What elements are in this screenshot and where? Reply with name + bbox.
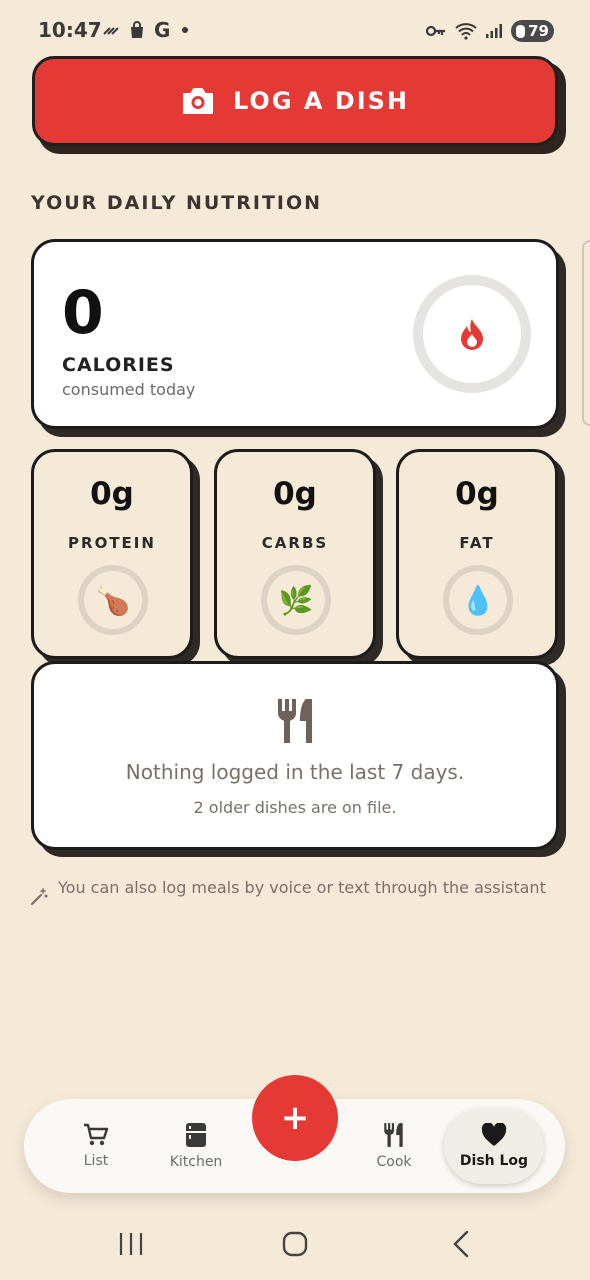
protein-card: 0g PROTEIN 🍗 [31,449,193,659]
fat-card: 0g FAT 💧 [396,449,558,659]
vpn-key-icon [426,25,446,37]
nav-label-kitchen: Kitchen [169,1154,223,1170]
carbs-value: 0g [273,476,317,512]
nav-label-list: List [83,1153,109,1169]
calories-label: CALORIES [62,354,175,376]
fat-label: FAT [459,534,495,552]
empty-state-title: Nothing logged in the last 7 days. [125,760,465,784]
empty-state-card: Nothing logged in the last 7 days. 2 old… [31,661,559,850]
herb-icon: 🌿 [278,583,314,617]
carbs-card: 0g CARBS 🌿 [214,449,376,659]
log-dish-label: LOG A DISH [232,87,410,115]
nav-label-cook: Cook [376,1154,412,1170]
carbs-progress-ring: 🌿 [261,565,331,635]
magic-wand-icon [30,888,48,906]
data-saver-icon [103,27,119,35]
protein-value: 0g [90,476,134,512]
nav-item-kitchen[interactable]: Kitchen [148,1099,244,1193]
assistant-hint-text: You can also log meals by voice or text … [58,878,546,897]
flame-icon [461,319,483,350]
home-icon[interactable] [282,1231,308,1257]
status-time: 10:47 [38,18,102,42]
calories-subtitle: consumed today [62,380,196,399]
battery-level: 79 [528,22,549,40]
fridge-icon [186,1123,206,1147]
nav-label-dish-log: Dish Log [459,1153,529,1169]
status-icons-right: 79 [425,20,554,42]
log-dish-button[interactable]: LOG A DISH [32,56,558,146]
system-navigation-bar [0,1210,590,1280]
recent-apps-icon[interactable] [118,1232,144,1256]
status-bar: 10:47 G 79 [0,0,590,64]
battery-icon [516,24,526,38]
assistant-hint: You can also log meals by voice or text … [30,877,550,906]
calories-card: 0 CALORIES consumed today [31,239,559,429]
heart-icon [481,1123,507,1146]
section-title: YOUR DAILY NUTRITION [31,192,323,214]
add-fab-button[interactable]: + [252,1075,338,1161]
back-icon[interactable] [452,1230,470,1258]
calories-progress-ring [413,275,531,393]
utensils-icon [278,699,312,743]
fat-value: 0g [455,476,499,512]
nav-item-cook[interactable]: Cook [346,1099,442,1193]
empty-state-subtitle: 2 older dishes are on file. [193,798,397,817]
protein-label: PROTEIN [68,534,156,552]
battery-indicator: 79 [511,20,554,42]
nav-item-dish-log[interactable]: Dish Log [446,1099,542,1193]
calories-value: 0 [62,278,104,348]
droplet-icon: 💧 [460,583,496,617]
status-icons-left: G [102,18,189,42]
drumstick-icon: 🍗 [95,583,131,617]
notification-dot-icon [182,27,189,33]
camera-icon [182,88,213,114]
cart-icon [84,1123,109,1146]
google-icon: G [154,18,171,42]
fat-progress-ring: 💧 [443,565,513,635]
signal-icon [486,24,503,38]
utensils-icon [384,1123,403,1147]
carbs-label: CARBS [261,534,329,552]
shopping-bag-icon [131,21,143,38]
nav-item-list[interactable]: List [48,1099,144,1193]
protein-progress-ring: 🍗 [78,565,148,635]
wifi-icon [455,23,477,40]
scroll-edge-indicator [582,240,590,426]
